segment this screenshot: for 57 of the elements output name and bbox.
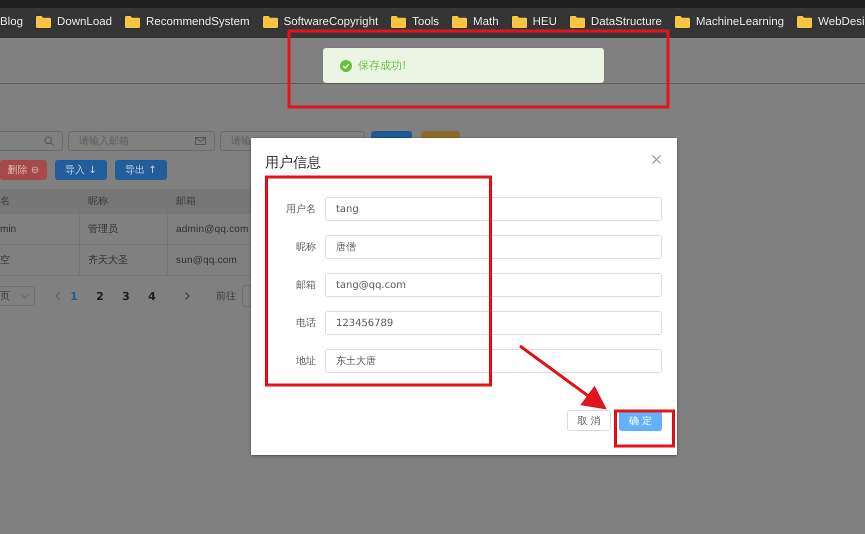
field-label: 昵称 [295, 241, 316, 254]
bookmark-link[interactable]: DownLoad [36, 16, 112, 28]
field-label: 邮箱 [295, 278, 316, 292]
bookmark-link[interactable]: DataStructure [570, 16, 662, 28]
table-cell-text: sun@qq.com [175, 254, 238, 268]
field-label: 用户名 [285, 202, 316, 216]
column-header: 邮箱 [175, 194, 198, 209]
field-label: 电话 [295, 316, 316, 330]
folder-icon [674, 16, 690, 28]
bookmark-link[interactable]: MachineLearning [674, 16, 784, 28]
folder-icon [797, 16, 812, 28]
table-cell: 齐天大圣 [80, 245, 168, 275]
table-cell: min [0, 214, 80, 244]
action-button[interactable]: 导出 ↑ [115, 160, 167, 180]
bookmark-link[interactable]: Tools [391, 16, 440, 28]
text-field[interactable]: 123456789 [325, 311, 662, 335]
column-header: 名 [0, 189, 80, 213]
chevron-left-icon[interactable] [55, 292, 60, 300]
page-number[interactable]: 2 [87, 290, 113, 302]
folder-icon [36, 16, 52, 28]
chevron-right-icon[interactable] [185, 292, 190, 300]
cancel-button[interactable]: 取 消 [567, 410, 611, 431]
close-icon[interactable] [652, 155, 661, 164]
chevron-down-icon [21, 294, 29, 298]
bookmark-link[interactable]: RecommendSystem [125, 16, 250, 28]
folder-icon [125, 16, 140, 28]
column-header: 昵称 [80, 189, 168, 213]
text-field[interactable]: 唐僧 [325, 235, 662, 259]
text-field[interactable]: tang@qq.com [325, 273, 662, 297]
page-number[interactable]: 4 [139, 290, 165, 302]
search-field[interactable] [0, 131, 63, 151]
search-icon [44, 136, 54, 146]
bookmark-link[interactable]: WebDesi [797, 16, 865, 28]
page-number[interactable]: 3 [113, 290, 139, 302]
mail-icon [195, 137, 206, 145]
folder-icon [262, 16, 278, 28]
folder-icon [391, 16, 406, 28]
bookmark-link[interactable]: SoftwareCopyright [262, 16, 378, 28]
table-cell-text: admin@qq.com [175, 222, 250, 236]
text-field[interactable]: 东土大唐 [325, 349, 662, 373]
folder-icon [512, 16, 527, 28]
goto-label: 前往 [216, 290, 236, 303]
table-cell: 空 [0, 245, 80, 275]
dialog-title: 用户信息 [265, 154, 321, 172]
bookmark-link[interactable]: Math [452, 16, 499, 28]
bookmark-link[interactable]: HEU [512, 16, 557, 28]
toast-message: 保存成功! [358, 58, 406, 73]
action-button[interactable]: 导入 ↓ [55, 160, 107, 180]
bookmark-link[interactable]: Blog [0, 16, 24, 28]
text-field[interactable]: tang [325, 197, 662, 221]
field-label: 地址 [295, 354, 316, 368]
table-cell: 管理员 [80, 214, 168, 244]
folder-icon [452, 16, 468, 28]
check-circle-icon [340, 60, 352, 72]
highlight-frame [614, 410, 675, 448]
action-button[interactable]: 删除 ⊖ [0, 160, 47, 180]
folder-icon [570, 16, 585, 28]
